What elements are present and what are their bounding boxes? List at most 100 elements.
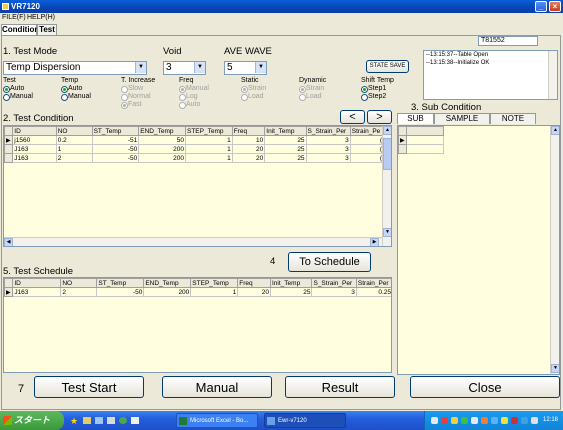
menu-help[interactable]: HELP(H) (27, 14, 55, 21)
column-header[interactable]: NO (55, 126, 93, 136)
radio-option[interactable]: Manual (3, 93, 58, 101)
table-cell[interactable]: 0.25 (356, 287, 391, 297)
column-header[interactable]: Freq (237, 278, 271, 288)
ave-wave-select[interactable]: 5 ▼ (224, 61, 267, 75)
column-header[interactable]: ST_Temp (96, 278, 145, 288)
void-select[interactable]: 3 ▼ (163, 61, 206, 75)
condition-hscroll[interactable]: ◀ ▶ (4, 237, 382, 246)
table-cell[interactable]: 3 (306, 144, 351, 154)
tray-icon[interactable] (431, 417, 438, 424)
table-cell[interactable]: 200 (138, 144, 186, 154)
folder-icon[interactable] (83, 417, 91, 424)
table-cell[interactable]: J163 (12, 153, 57, 163)
table-cell[interactable]: 25 (270, 287, 313, 297)
sub-condition-vscroll[interactable]: ▲ ▼ (550, 126, 559, 374)
test-mode-select[interactable]: Temp Dispersion ▼ (3, 61, 147, 75)
table-cell[interactable]: 20 (232, 144, 266, 154)
next-button[interactable]: > (367, 110, 392, 124)
table-cell[interactable]: 25 (264, 144, 307, 154)
desktop-icon[interactable] (95, 417, 103, 424)
tab-test[interactable]: Test (37, 24, 57, 35)
table-cell[interactable]: 25 (264, 135, 307, 145)
column-header[interactable]: Freq (231, 126, 266, 136)
table-cell[interactable]: 2 (56, 153, 93, 163)
column-header[interactable]: S_Strain_Per (305, 126, 351, 136)
scroll-thumb[interactable] (383, 138, 391, 170)
log-scrollbar[interactable] (548, 51, 557, 99)
table-cell[interactable]: j1560 (12, 135, 57, 145)
table-cell[interactable]: 200 (143, 287, 192, 297)
menu-file[interactable]: FILE(F) (2, 14, 26, 21)
column-header[interactable]: Strain_Pe (349, 126, 385, 136)
tray-icon[interactable] (491, 417, 498, 424)
tray-icon[interactable] (451, 417, 458, 424)
column-header[interactable]: Init_Temp (269, 278, 313, 288)
scroll-up-icon[interactable]: ▲ (551, 126, 559, 135)
column-header[interactable]: ID (12, 126, 57, 136)
table-cell[interactable]: 1 (190, 287, 239, 297)
tray-icon[interactable] (471, 417, 478, 424)
test-condition-grid[interactable]: ID NO ST_Temp END_Temp STEP_Temp Freq Init_Tem… (3, 125, 392, 247)
table-cell[interactable]: 20 (232, 153, 266, 163)
column-header[interactable]: ST_Temp (91, 126, 140, 136)
star-icon[interactable]: ★ (70, 416, 78, 427)
prev-button[interactable]: < (340, 110, 365, 124)
start-button[interactable]: スタート (0, 411, 64, 430)
column-header[interactable]: END_Temp (138, 126, 186, 136)
cell[interactable] (406, 144, 445, 154)
table-cell[interactable]: 1 (185, 135, 233, 145)
tray-icon[interactable] (511, 417, 518, 424)
browser-icon[interactable] (119, 417, 127, 424)
column-header[interactable]: S_Strain_Per (311, 278, 357, 288)
table-cell[interactable]: J163 (12, 287, 62, 297)
tray-icon[interactable] (531, 417, 538, 424)
table-cell[interactable]: 50 (138, 135, 186, 145)
table-cell[interactable]: 0.2 (56, 135, 93, 145)
scroll-left-icon[interactable]: ◀ (4, 238, 13, 246)
app-icon[interactable] (131, 417, 139, 424)
tray-icon[interactable] (441, 417, 448, 424)
document-icon[interactable] (107, 417, 115, 424)
table-cell[interactable]: 200 (138, 153, 186, 163)
tab-sub[interactable]: SUB (397, 113, 434, 124)
column-header[interactable]: ID (12, 278, 62, 288)
table-cell[interactable]: 3 (306, 135, 351, 145)
tray-icon[interactable] (461, 417, 468, 424)
minimize-button[interactable]: _ (535, 1, 547, 12)
radio-option[interactable]: Step1 (361, 85, 416, 93)
scroll-up-icon[interactable]: ▲ (383, 126, 391, 135)
test-schedule-grid[interactable]: ID NO ST_Temp END_Temp STEP_Temp Freq Init_Tem… (3, 277, 392, 373)
tab-note[interactable]: NOTE (490, 113, 536, 124)
table-cell[interactable]: 3 (311, 287, 357, 297)
table-cell[interactable]: -51 (92, 135, 140, 145)
column-header[interactable]: NO (60, 278, 98, 288)
table-row[interactable]: J163 1 -50 200 1 20 25 3( (4, 144, 385, 154)
tray-icon[interactable] (501, 417, 508, 424)
column-header[interactable]: STEP_Temp (184, 126, 233, 136)
radio-option[interactable]: Auto (61, 85, 116, 93)
condition-vscroll[interactable]: ▲ ▼ (382, 126, 391, 246)
scroll-down-icon[interactable]: ▼ (551, 364, 559, 373)
tray-icon[interactable] (481, 417, 488, 424)
radio-option[interactable]: Manual (61, 93, 116, 101)
table-row[interactable]: J163 2 -50 200 1 20 25 3( (4, 153, 385, 163)
table-cell[interactable]: ( (350, 135, 385, 145)
table-cell[interactable]: 20 (237, 287, 271, 297)
tray-icon[interactable] (521, 417, 528, 424)
table-cell[interactable]: 10 (232, 135, 266, 145)
cell[interactable] (406, 135, 445, 145)
taskbar-excel[interactable]: Microsoft Excel - Bo... (176, 413, 258, 428)
scroll-right-icon[interactable]: ▶ (370, 238, 379, 246)
taskbar-ewr[interactable]: Ewr-v7120 (264, 413, 346, 428)
table-cell[interactable]: -50 (92, 144, 140, 154)
state-save-button[interactable]: STATE SAVE (366, 60, 409, 73)
table-cell[interactable]: 1 (185, 144, 233, 154)
close-button[interactable]: Close (410, 376, 560, 398)
radio-option[interactable]: Step2 (361, 93, 416, 101)
table-cell[interactable]: 1 (185, 153, 233, 163)
table-cell[interactable]: -50 (92, 153, 140, 163)
sub-condition-grid[interactable]: ▶ ▲ ▼ (397, 125, 560, 375)
result-button[interactable]: Result (285, 376, 395, 398)
table-cell[interactable]: -50 (96, 287, 145, 297)
table-cell[interactable]: 3 (306, 153, 351, 163)
